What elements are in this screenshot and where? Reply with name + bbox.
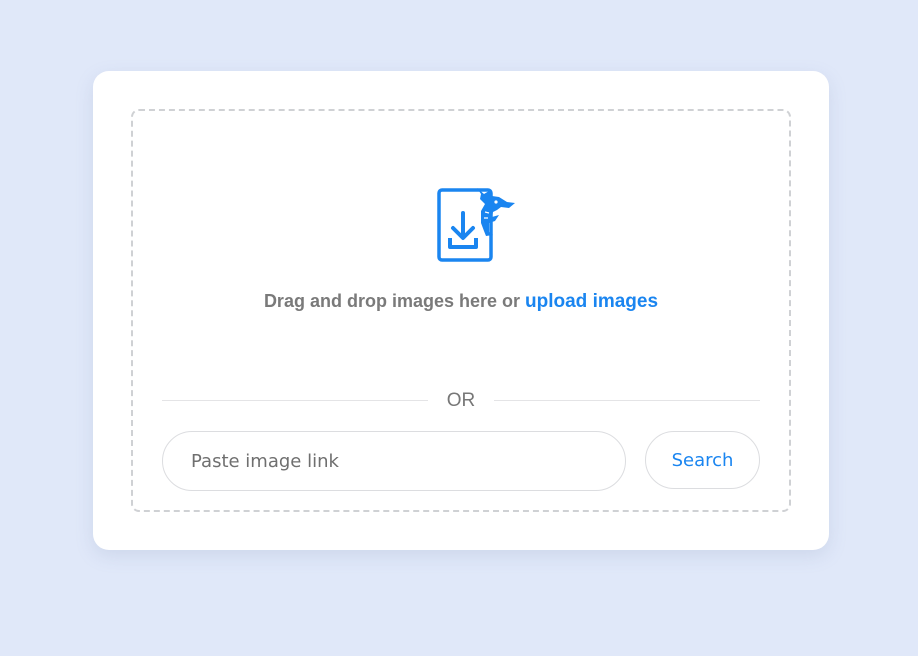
upload-document-dragon-icon bbox=[437, 188, 515, 262]
or-divider: OR bbox=[162, 389, 760, 413]
image-dropzone[interactable]: Drag and drop images here or upload imag… bbox=[131, 109, 791, 512]
upload-images-link[interactable]: upload images bbox=[525, 291, 658, 312]
search-button[interactable]: Search bbox=[645, 431, 760, 489]
image-link-input[interactable] bbox=[162, 431, 626, 491]
dropzone-instructions: Drag and drop images here or upload imag… bbox=[133, 291, 789, 313]
upload-card: Drag and drop images here or upload imag… bbox=[93, 71, 829, 550]
or-label: OR bbox=[446, 390, 476, 411]
drop-instruction-text: Drag and drop images here or bbox=[263, 291, 520, 311]
